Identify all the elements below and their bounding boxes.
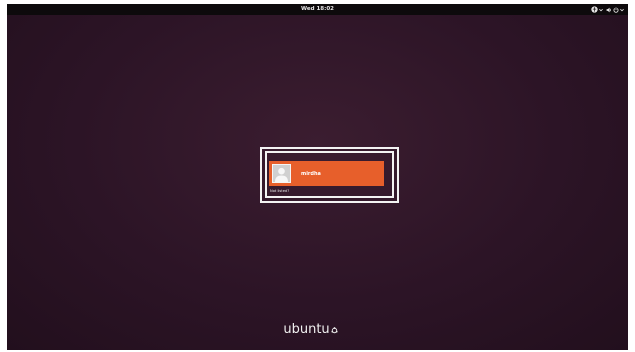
volume-icon — [606, 7, 611, 12]
top-bar: Wed 18:02 — [7, 4, 628, 15]
user-avatar-icon — [272, 164, 291, 183]
user-name: mirdha — [301, 170, 321, 177]
power-icon — [613, 6, 619, 13]
logo-text: ubuntu — [283, 322, 330, 337]
status-menu[interactable] — [606, 4, 624, 15]
accessibility-menu[interactable] — [591, 4, 603, 15]
chevron-down-icon — [599, 8, 603, 11]
clock[interactable]: Wed 18:02 — [7, 4, 628, 15]
not-listed-link[interactable]: Not listed? — [270, 189, 289, 194]
accessibility-icon — [591, 6, 598, 13]
ubuntu-logo: ubuntu — [0, 322, 621, 339]
user-list-item[interactable]: mirdha — [269, 161, 384, 186]
circle-of-friends-icon — [331, 323, 338, 339]
system-tray[interactable] — [591, 4, 624, 15]
chevron-down-icon — [620, 8, 624, 11]
